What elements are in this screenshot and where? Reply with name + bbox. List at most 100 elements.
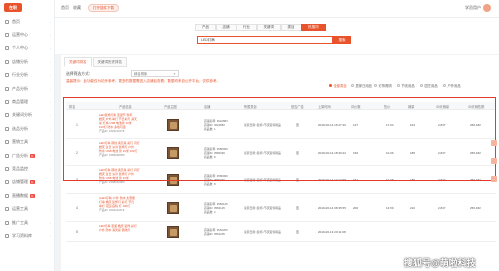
rank-cell: 4	[76, 206, 78, 210]
sidebar-item[interactable]: 个人中心 ›	[0, 44, 55, 53]
listing-date-cell: 2019-06-13 20:11:08	[318, 230, 346, 234]
sales-cell: 210	[410, 206, 416, 210]
cart-icon[interactable]	[491, 158, 497, 164]
shop-info[interactable]: 店铺名称: 3584125 店铺ID: 3584125 商品数: 2	[204, 202, 234, 214]
shop-info-line: 商品数: 8	[204, 182, 216, 186]
sidebar-item-label: 运营中心	[12, 31, 28, 37]
sidebar-item[interactable]: 运营中心 ›	[0, 30, 55, 39]
sidebar-item[interactable]: 商品管理 ›	[0, 97, 55, 106]
search-tab[interactable]: 店铺	[215, 24, 237, 31]
sidebar-item[interactable]: 产品分析 ›	[0, 84, 55, 93]
sidebar-item[interactable]: 关键词分析 ›	[0, 111, 55, 120]
sidebar-item-label: 运营工具	[12, 206, 28, 212]
product-thumbnail[interactable]	[167, 202, 179, 214]
chevron-right-icon: ›	[50, 86, 51, 91]
radio-icon	[420, 84, 423, 87]
menu-item-icon	[5, 46, 9, 51]
search-tabs: 产品 店铺 行业 关键词 类目 热搜词	[195, 24, 326, 31]
listing-date-cell: 2019-06-14 08:35:55	[318, 206, 346, 210]
search-button[interactable]: 搜索	[333, 36, 351, 44]
menu-item-icon	[5, 166, 9, 171]
new-badge: 新	[30, 193, 35, 198]
sidebar-item-label: 首页	[12, 18, 20, 24]
menu-item-icon	[5, 193, 9, 198]
sidebar-item[interactable]: 选品分析 ›	[0, 124, 55, 133]
topbar-home-link[interactable]: 首页	[61, 5, 69, 11]
filter-select[interactable]: 综合排序 ▼	[131, 70, 179, 77]
table-row[interactable]: 4 (LED灯串) 户外 防水 太阳能 灯串 婚庆 装饰灯 彩灯 节日 串灯 花园 庭…	[66, 194, 496, 222]
chevron-right-icon: ›	[50, 233, 51, 238]
revenue-30d-cell: 256,182	[470, 206, 481, 210]
sidebar: 在职 首页 › 运营中心 › 个人中心 › 店铺分析 › 行业分析 › 产品分析 › 商品管理 › 关键词分…	[0, 0, 55, 271]
shop-info-line: 商品数: 2	[204, 210, 216, 214]
chevron-right-icon: ›	[50, 32, 51, 37]
sidebar-item[interactable]: 广告分析新 ›	[0, 151, 55, 160]
product-id: 产品ID: 1592211019	[99, 208, 125, 212]
feedback-icon[interactable]	[491, 176, 497, 182]
avatar[interactable]	[483, 4, 491, 12]
sidebar-item[interactable]: 推广工具 ›	[0, 218, 55, 227]
sidebar-item-label: 店铺分析	[12, 58, 28, 64]
user-name[interactable]: 学员用户	[465, 5, 481, 11]
sidebar-item[interactable]: 运营工具 ›	[0, 205, 55, 214]
shop-info[interactable]: 店铺名称: 3562205 店铺ID: 3562205	[204, 228, 234, 236]
category-radio[interactable]: 户外用品	[443, 83, 461, 88]
ad-cell: 否	[296, 206, 300, 210]
sidebar-item[interactable]: 竞品监控 ›	[0, 164, 55, 173]
category-label: 节庆用品	[401, 84, 415, 88]
chevron-right-icon: ›	[50, 126, 51, 131]
sidebar-item[interactable]: 首页 ›	[0, 17, 55, 26]
category-cell: 家居日用>装饰>节庆装饰用品	[244, 230, 281, 234]
sidebar-item[interactable]: 直播数据新 ›	[0, 191, 55, 200]
search-input[interactable]: LED灯串	[197, 36, 333, 44]
subtab-keyword-rank[interactable]: 关键词排名	[64, 57, 92, 67]
subtabs: 关键词排名 关键词历史排名	[64, 57, 128, 67]
category-radio[interactable]: 居家日用品	[351, 83, 372, 88]
sidebar-item[interactable]: 店铺管理新 ›	[0, 178, 55, 187]
category-cell: 家居日用>装饰>节庆装饰用品	[244, 206, 281, 210]
product-title-link[interactable]: LED灯串 圣诞 婚庆 装饰 彩灯 户外 防水 满天星 铜线灯	[99, 224, 159, 232]
search-tab[interactable]: 产品	[195, 24, 216, 31]
search-tab[interactable]: 行业	[236, 24, 257, 31]
category-radio[interactable]: 灯饰照明	[374, 83, 392, 88]
category-radio[interactable]: 园艺用品	[420, 83, 438, 88]
sidebar-item-label: 广告分析	[12, 152, 28, 158]
category-label: 全部类目	[333, 84, 347, 88]
chevron-right-icon: ›	[50, 46, 51, 51]
table-row[interactable]: 5 LED灯串 圣诞 婚庆 装饰 彩灯 户外 防水 满天星 铜线灯 店铺名称: 356…	[66, 222, 496, 242]
new-badge: 新	[30, 180, 35, 185]
sidebar-item[interactable]: 营销工具 ›	[0, 138, 55, 147]
sidebar-item[interactable]: 店铺分析 ›	[0, 57, 55, 66]
sidebar-item[interactable]: 行业分析 ›	[0, 71, 55, 80]
chevron-right-icon: ›	[50, 19, 51, 24]
chevron-right-icon: ›	[50, 193, 51, 198]
radio-icon	[397, 84, 400, 87]
sidebar-item[interactable]: 学习资料库 ›	[0, 231, 55, 240]
menu-item-icon	[5, 86, 9, 91]
menu-item-icon	[5, 113, 9, 118]
menu-item-icon	[5, 59, 9, 64]
category-radio[interactable]: 节庆用品	[397, 83, 415, 88]
chevron-right-icon: ›	[50, 166, 51, 171]
menu-item-icon	[5, 153, 9, 158]
radio-icon	[443, 84, 446, 87]
app-logo[interactable]: 在职	[4, 3, 22, 12]
product-title-link[interactable]: (LED灯串) 户外 防水 太阳能 灯串 婚庆 装饰灯 彩灯 节日 串灯 花园 庭院…	[99, 196, 159, 208]
search-tab[interactable]: 热搜词	[301, 24, 326, 31]
sidebar-item-label: 行业分析	[12, 72, 28, 78]
chat-icon[interactable]	[491, 140, 497, 146]
sidebar-item-label: 店铺管理	[12, 179, 28, 185]
search-tab[interactable]: 类目	[280, 24, 302, 31]
filter-select-value: 综合排序	[134, 72, 148, 76]
search-tab[interactable]: 关键词	[256, 24, 281, 31]
subtab-keyword-history[interactable]: 关键词历史排名	[92, 57, 127, 67]
sidebar-item-label: 商品管理	[12, 98, 28, 104]
category-radio[interactable]: 全部类目	[329, 83, 347, 88]
download-plugin-button[interactable]: 打开插件下载	[88, 4, 119, 12]
reviews-cell: 200	[353, 206, 359, 210]
topbar-favorite-link[interactable]: 收藏	[73, 5, 81, 11]
product-thumbnail[interactable]	[167, 226, 179, 238]
new-badge: 新	[30, 153, 35, 158]
sidebar-item-label: 直播数据	[12, 192, 28, 198]
product-title-line: 户外 防水 满天星 铜线灯	[99, 228, 131, 232]
